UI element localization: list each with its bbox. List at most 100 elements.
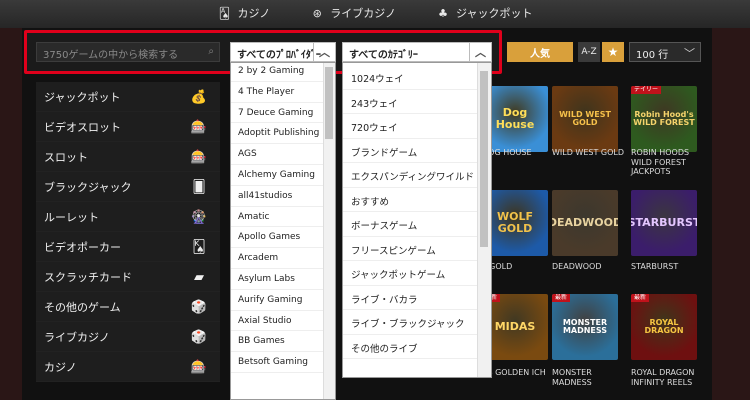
provider-option[interactable]: Aurify Gaming [231, 290, 325, 311]
background-left [0, 28, 22, 400]
game-title[interactable]: DEADWOOD [552, 262, 624, 272]
sort-popular-button[interactable]: 人気 [507, 42, 573, 62]
provider-option[interactable]: Axial Studio [231, 311, 325, 332]
background-right [712, 28, 750, 400]
category-option[interactable]: フリースピンゲーム [343, 237, 477, 261]
category-select-value: すべてのｶﾃｺﾞﾘｰ [349, 50, 418, 61]
nav-casino[interactable]: 🂡 カジノ [217, 2, 270, 24]
live-dealer-icon: 🎲 [190, 329, 208, 345]
search-placeholder: 3750ゲームの中から検索する [43, 50, 179, 61]
game-title[interactable]: DOG HOUSE [482, 148, 554, 158]
sidebar-item[interactable]: カジノ 🎰 [36, 352, 220, 382]
dice-icon: 🎲 [190, 299, 208, 315]
game-title[interactable]: AS GOLDEN ICH [482, 368, 554, 378]
sidebar-item-label: スロット [44, 150, 88, 164]
sidebar-item[interactable]: スクラッチカード ▰ [36, 262, 220, 292]
game-thumbnail[interactable]: Robin Hood's WILD FOREST デイリー [631, 86, 697, 152]
scratch-card-icon: ▰ [194, 269, 204, 285]
game-title[interactable]: ROYAL DRAGON INFINITY REELS [631, 368, 703, 387]
favorites-star-icon[interactable]: ★ [602, 42, 624, 62]
provider-option[interactable]: Apollo Games [231, 227, 325, 249]
sidebar-item-label: ライブカジノ [44, 330, 110, 344]
game-badge: 最新 [552, 294, 571, 303]
slot-machine-icon: 🎰 [190, 119, 208, 135]
game-title[interactable]: F GOLD [482, 262, 554, 272]
category-option[interactable]: エクスパンディングワイルド [343, 163, 477, 188]
scrollbar-thumb[interactable] [480, 71, 488, 247]
nav-live-casino[interactable]: ⊛ ライブカジノ [310, 2, 396, 24]
category-select[interactable]: すべてのｶﾃｺﾞﾘｰ ︿ [342, 42, 492, 62]
nav-casino-label: カジノ [237, 7, 271, 20]
roulette-wheel-icon: 🎡 [190, 209, 208, 225]
sidebar-item[interactable]: ジャックポット 💰 [36, 82, 220, 112]
rows-per-page-select[interactable]: 100 行 ﹀ [629, 42, 701, 62]
provider-option[interactable]: all41studios [231, 186, 325, 207]
sidebar-item[interactable]: その他のゲーム 🎲 [36, 292, 220, 322]
category-option[interactable]: 1024ウェイ [343, 65, 477, 90]
provider-option[interactable]: 4 The Player [231, 82, 325, 103]
provider-option[interactable]: Adoptit Publishing [231, 123, 325, 145]
sidebar-item[interactable]: ルーレット 🎡 [36, 202, 220, 232]
game-badge: デイリー [631, 86, 662, 95]
provider-scrollbar[interactable] [323, 63, 335, 399]
category-option[interactable]: 720ウェイ [343, 114, 477, 139]
provider-select[interactable]: すべてのﾌﾟﾛﾊﾞｲﾀﾞｰ ︿ [230, 42, 336, 62]
sidebar-item-label: ブラックジャック [44, 180, 132, 194]
poker-cards-icon: 🂮 [192, 239, 206, 255]
category-option[interactable]: 243ウェイ [343, 90, 477, 114]
provider-option[interactable]: Asylum Labs [231, 269, 325, 290]
sidebar-item-label: ビデオスロット [44, 120, 121, 134]
category-scrollbar[interactable] [477, 63, 491, 377]
provider-option[interactable]: 7 Deuce Gaming [231, 103, 325, 124]
sort-az-button[interactable]: A-Z [578, 42, 600, 62]
game-title[interactable]: STARBURST [631, 262, 703, 272]
game-logo-text: Robin Hood's WILD FOREST [633, 109, 695, 127]
slot-icon: 🎰 [190, 149, 208, 165]
provider-select-value: すべてのﾌﾟﾛﾊﾞｲﾀﾞｰ [237, 50, 321, 61]
sidebar-item-label: その他のゲーム [44, 300, 121, 314]
provider-option[interactable]: Amatic [231, 207, 325, 228]
game-thumbnail[interactable]: MONSTER MADNESS 最新 [552, 294, 618, 360]
category-sidebar: ジャックポット 💰 ビデオスロット 🎰 スロット 🎰 ブラックジャック 🂠 ルーレット 🎡 ビデオポ… [36, 82, 220, 382]
category-option[interactable]: ライブ・ブラックジャック [343, 310, 477, 335]
nav-jackpot[interactable]: ♣ ジャックポット [436, 2, 532, 24]
game-thumbnail[interactable]: WILD WEST GOLD [552, 86, 618, 152]
provider-option[interactable]: Alchemy Gaming [231, 165, 325, 186]
chevron-up-icon: ︿ [313, 43, 335, 61]
sidebar-item[interactable]: スロット 🎰 [36, 142, 220, 172]
game-title[interactable]: MONSTER MADNESS [552, 368, 624, 387]
game-logo-text: WILD WEST GOLD [559, 109, 611, 127]
sidebar-item[interactable]: ビデオポーカー 🂮 [36, 232, 220, 262]
sidebar-item-label: スクラッチカード [44, 270, 132, 284]
game-title[interactable]: ROBIN HOODS WILD FOREST JACKPOTS [631, 148, 703, 177]
card-table-icon: 🂠 [192, 179, 206, 195]
provider-option[interactable]: Arcadem [231, 248, 325, 269]
game-thumbnail[interactable]: ROYAL DRAGON 最新 [631, 294, 697, 360]
sidebar-item-label: ジャックポット [44, 90, 121, 104]
sidebar-item[interactable]: ブラックジャック 🂠 [36, 172, 220, 202]
search-input[interactable]: 3750ゲームの中から検索する ⌕ [36, 42, 220, 62]
sidebar-item[interactable]: ライブカジノ 🎲 [36, 322, 220, 352]
provider-option[interactable]: 2 by 2 Gaming [231, 63, 325, 82]
category-option[interactable]: おすすめ [343, 188, 477, 212]
cards-icon: 🂡 [218, 6, 231, 20]
category-option[interactable]: ライブ・バカラ [343, 286, 477, 310]
provider-option[interactable]: BB Games [231, 331, 325, 353]
category-option[interactable]: その他のライブ [343, 335, 477, 359]
game-thumbnail[interactable]: STARBURST [631, 190, 697, 256]
provider-option[interactable]: AGS [231, 144, 325, 165]
category-option[interactable]: ブランドゲーム [343, 139, 477, 163]
sidebar-item[interactable]: ビデオスロット 🎰 [36, 112, 220, 142]
sidebar-item-label: カジノ [44, 360, 77, 374]
game-logo-text: MIDAS [494, 320, 536, 334]
cherries-icon: ♣ [438, 6, 448, 20]
game-logo-text: MONSTER MADNESS [562, 317, 608, 335]
category-option[interactable]: ジャックポットゲーム [343, 261, 477, 286]
casino-icon: 🎰 [190, 359, 208, 375]
scrollbar-thumb[interactable] [325, 67, 333, 139]
provider-option[interactable]: Betsoft Gaming [231, 352, 325, 373]
category-option[interactable]: ボーナスゲーム [343, 212, 477, 237]
game-title[interactable]: WILD WEST GOLD [552, 148, 624, 158]
game-thumbnail[interactable]: DEADWOOD [552, 190, 618, 256]
game-badge: 最新 [631, 294, 650, 303]
